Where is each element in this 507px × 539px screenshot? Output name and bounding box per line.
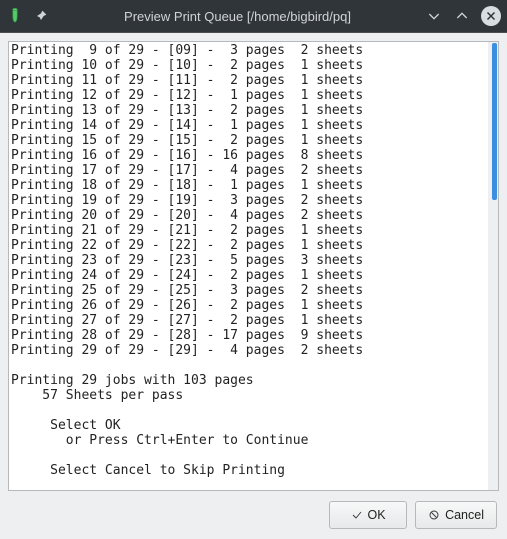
app-icon — [6, 7, 24, 25]
message-frame: Printing 9 of 29 - [09] - 3 pages 2 shee… — [8, 41, 499, 491]
message-text: Printing 9 of 29 - [09] - 3 pages 2 shee… — [9, 42, 488, 490]
dialog-body: Printing 9 of 29 - [09] - 3 pages 2 shee… — [0, 32, 507, 539]
pin-icon[interactable] — [32, 7, 50, 25]
minimize-button[interactable] — [425, 7, 443, 25]
check-icon — [351, 509, 363, 521]
cancel-button[interactable]: Cancel — [415, 501, 497, 529]
button-row: OK Cancel — [8, 499, 499, 531]
forbid-icon — [428, 509, 440, 521]
close-button[interactable] — [481, 6, 501, 26]
scrollbar[interactable] — [488, 42, 498, 490]
window-title: Preview Print Queue [/home/bigbird/pq] — [58, 9, 417, 24]
titlebar: Preview Print Queue [/home/bigbird/pq] — [0, 0, 507, 32]
window-controls — [425, 6, 501, 26]
ok-button[interactable]: OK — [329, 501, 407, 529]
ok-label: OK — [368, 508, 386, 522]
cancel-label: Cancel — [445, 508, 484, 522]
maximize-button[interactable] — [453, 7, 471, 25]
scrollbar-thumb[interactable] — [492, 43, 497, 200]
